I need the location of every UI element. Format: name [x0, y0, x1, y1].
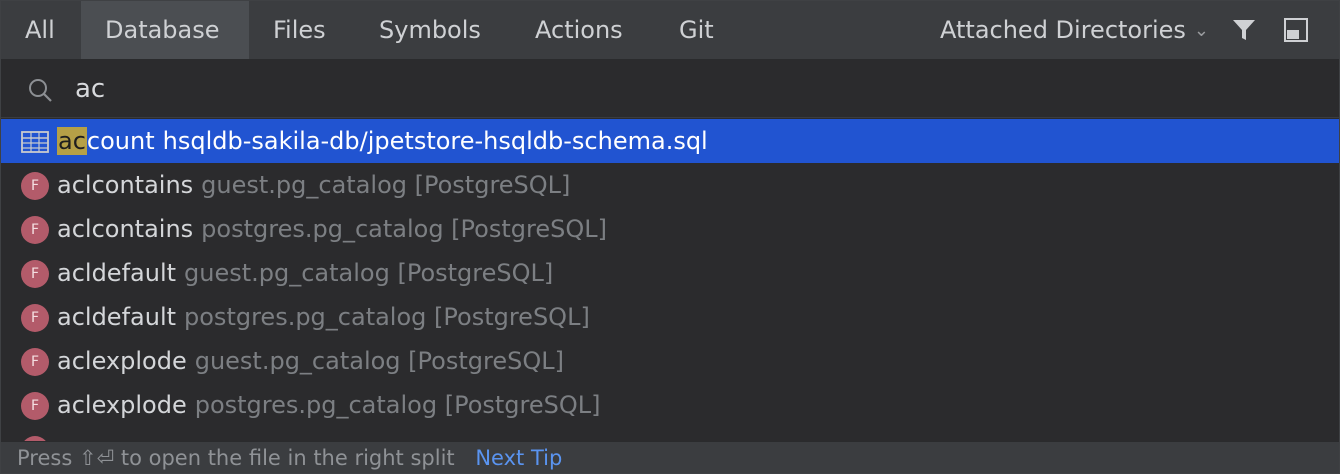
result-name-text: aclcontains	[57, 171, 194, 199]
result-row[interactable]: F aclcontains postgres.pg_catalog [Postgr…	[1, 207, 1339, 251]
result-name: aclcontains guest.pg_catalog [PostgreSQL]	[57, 163, 570, 207]
result-name: account hsqldb-sakila-db/jpetstore-hsqldb…	[57, 119, 708, 163]
result-name: aclexplode guest.pg_catalog [PostgreSQL]	[57, 339, 564, 383]
next-tip-link[interactable]: Next Tip	[475, 446, 562, 470]
function-icon: F	[21, 304, 49, 332]
result-name: aclcontains postgres.pg_catalog [PostgreS…	[57, 207, 607, 251]
result-location: postgres.pg_catalog [PostgreSQL]	[201, 215, 607, 243]
search-everywhere-popup: All Database Files Symbols Actions Git A…	[0, 0, 1340, 474]
result-name-text: aclexplode	[57, 347, 187, 375]
result-name-rest: count	[86, 127, 155, 155]
scope-label: Attached Directories	[940, 16, 1186, 44]
result-name-text: aclcontains	[57, 215, 194, 243]
result-row[interactable]: F acldefault postgres.pg_catalog [Postgre…	[1, 295, 1339, 339]
tab-git[interactable]: Git	[655, 1, 738, 59]
table-icon	[21, 131, 49, 153]
result-location: hsqldb-sakila-db/jpetstore-hsqldb-schema…	[162, 127, 708, 155]
result-location: postgres.pg_catalog [PostgreSQL]	[194, 391, 601, 419]
result-row[interactable]: F aclexplode postgres.pg_catalog [Postgre…	[1, 383, 1339, 427]
function-icon: F	[21, 216, 49, 244]
result-location: guest.pg_catalog [PostgreSQL]	[184, 259, 554, 287]
result-name-text: aclexplode	[57, 391, 187, 419]
footer-text: to open the file in the right split	[120, 446, 455, 470]
tab-symbols[interactable]: Symbols	[355, 1, 505, 59]
scope-dropdown[interactable]: Attached Directories ⌄	[940, 1, 1209, 59]
tab-files[interactable]: Files	[249, 1, 350, 59]
result-location: guest.pg_catalog [PostgreSQL]	[194, 347, 564, 375]
result-name: aclexplode postgres.pg_catalog [PostgreSQ…	[57, 383, 601, 427]
function-icon: F	[21, 392, 49, 420]
result-row[interactable]: F aclcontains guest.pg_catalog [PostgreSQ…	[1, 163, 1339, 207]
search-row	[1, 60, 1339, 118]
footer-press: Press	[17, 446, 73, 470]
shortcut-keys: ⇧⏎	[78, 446, 115, 470]
match-highlight: ac	[57, 127, 87, 155]
function-icon: F	[21, 348, 49, 376]
tab-bar: All Database Files Symbols Actions Git A…	[1, 1, 1339, 60]
result-row[interactable]: account hsqldb-sakila-db/jpetstore-hsqldb…	[1, 119, 1339, 163]
chevron-down-icon: ⌄	[1193, 20, 1209, 41]
tip-footer: Press ⇧⏎ to open the file in the right s…	[1, 441, 1339, 473]
result-name-text: acldefault	[57, 303, 177, 331]
search-icon	[29, 79, 52, 102]
result-location: postgres.pg_catalog [PostgreSQL]	[184, 303, 590, 331]
result-row-partial[interactable]	[1, 427, 1339, 441]
result-row[interactable]: F acldefault guest.pg_catalog [PostgreSQL…	[1, 251, 1339, 295]
search-input[interactable]	[75, 70, 675, 108]
tab-actions[interactable]: Actions	[511, 1, 647, 59]
result-name-text: acldefault	[57, 259, 177, 287]
open-in-tool-window-icon[interactable]	[1283, 17, 1309, 43]
result-name: acldefault guest.pg_catalog [PostgreSQL]	[57, 251, 553, 295]
result-name: acldefault postgres.pg_catalog [PostgreSQ…	[57, 295, 590, 339]
results-list: account hsqldb-sakila-db/jpetstore-hsqldb…	[1, 119, 1339, 441]
tab-database[interactable]: Database	[81, 1, 249, 59]
function-icon: F	[21, 172, 49, 200]
result-location: guest.pg_catalog [PostgreSQL]	[201, 171, 571, 199]
tab-all[interactable]: All	[1, 1, 79, 59]
result-row[interactable]: F aclexplode guest.pg_catalog [PostgreSQL…	[1, 339, 1339, 383]
filter-icon[interactable]	[1231, 17, 1257, 43]
function-icon: F	[21, 260, 49, 288]
